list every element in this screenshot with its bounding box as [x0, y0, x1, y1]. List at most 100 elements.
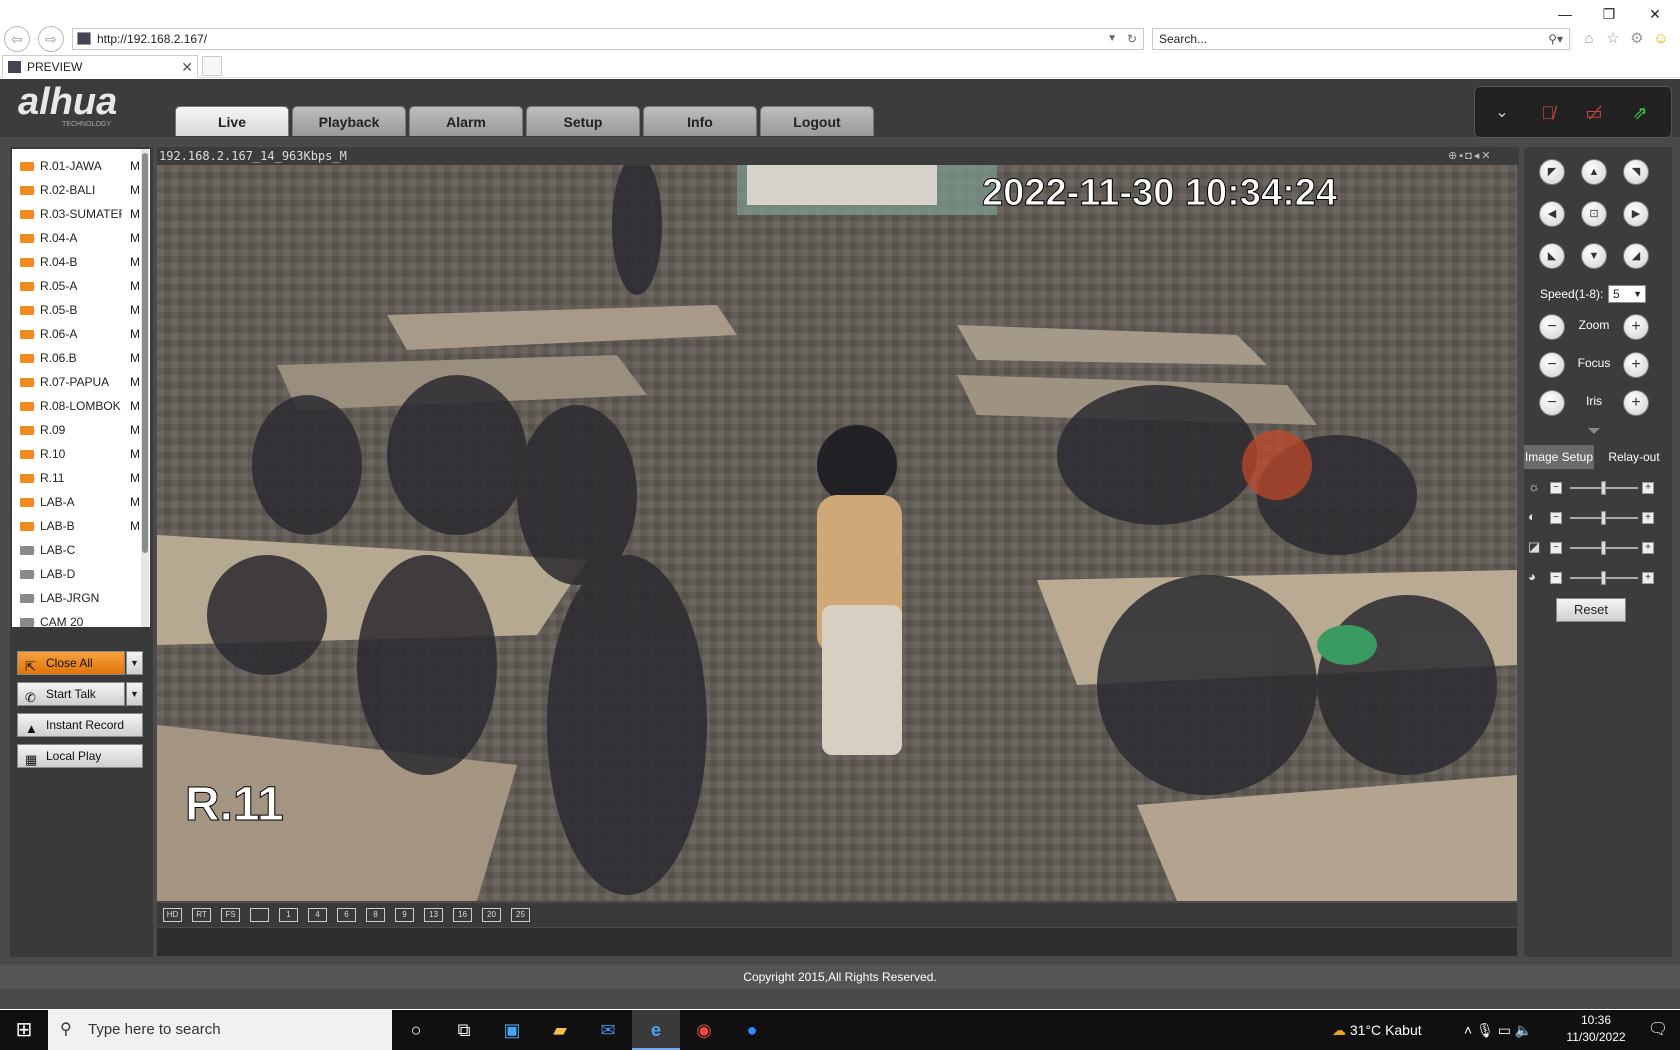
channel-stream-mark[interactable]: M [130, 442, 140, 466]
channel-item[interactable]: LAB-D [12, 562, 140, 586]
layout-button[interactable]: 6 [337, 908, 356, 922]
tab-logout[interactable]: Logout [760, 106, 874, 136]
channel-stream-mark[interactable]: M [130, 346, 140, 370]
ptz-up-right-button[interactable]: ◥ [1623, 159, 1649, 185]
channel-stream-mark[interactable]: M [130, 322, 140, 346]
refresh-icon[interactable]: ↻ [1127, 29, 1137, 49]
iris-minus-button[interactable]: − [1539, 390, 1565, 416]
channel-item[interactable]: R.05-B M [12, 298, 140, 322]
layout-button[interactable]: RT [192, 908, 211, 922]
close-video-icon[interactable]: ✕ [1481, 150, 1492, 162]
internet-explorer-icon[interactable]: e [632, 1010, 680, 1050]
slider-knob[interactable] [1601, 571, 1606, 585]
close-all-dropdown[interactable]: ▼ [126, 651, 143, 675]
ptz-up-left-button[interactable]: ◤ [1539, 159, 1565, 185]
cortana-icon[interactable]: ○ [392, 1010, 440, 1050]
channel-stream-mark[interactable]: M [130, 394, 140, 418]
close-tab-icon[interactable]: ✕ [181, 56, 193, 78]
layout-button[interactable]: 16 [453, 908, 472, 922]
minimize-icon[interactable]: — [1550, 2, 1580, 26]
slider-plus-button[interactable]: + [1642, 512, 1654, 524]
channel-item[interactable]: R.08-LOMBOK M [12, 394, 140, 418]
zoom-out-button[interactable]: − [1539, 314, 1565, 340]
channel-list-scrollbar[interactable] [141, 149, 149, 627]
channel-stream-mark[interactable]: M [130, 490, 140, 514]
microphone-icon[interactable]: 🎙 [1476, 1022, 1494, 1038]
channel-stream-mark[interactable]: M [130, 154, 140, 178]
channel-item[interactable]: R.11 M [12, 466, 140, 490]
tray-chevron-icon[interactable]: ˄ [1464, 1022, 1472, 1038]
channel-item[interactable]: R.03-SUMATERA M [12, 202, 140, 226]
snapshot-icon[interactable]: ◘ [1465, 150, 1474, 162]
favorites-star-icon[interactable]: ☆ [1602, 28, 1624, 50]
channel-item[interactable]: LAB-B M [12, 514, 140, 538]
volume-icon[interactable]: 🔈 [1515, 1022, 1532, 1038]
mic-muted-icon[interactable]: 🎙̸ [1533, 99, 1563, 127]
scrollbar-thumb[interactable] [142, 153, 148, 553]
dropdown-arrow-icon[interactable]: ▼ [1107, 29, 1117, 49]
slider-plus-button[interactable]: + [1642, 572, 1654, 584]
tab-playback[interactable]: Playback [292, 106, 406, 136]
live-video-feed[interactable]: 2022-11-30 10:34:24 R.11 [157, 165, 1517, 901]
back-button[interactable]: ⇦ [4, 26, 30, 52]
store-icon[interactable]: ▣ [488, 1010, 536, 1050]
focus-minus-button[interactable]: − [1539, 352, 1565, 378]
slider-minus-button[interactable]: − [1550, 542, 1562, 554]
settings-gear-icon[interactable]: ⚙ [1626, 28, 1648, 50]
ptz-right-button[interactable]: ▶ [1623, 201, 1649, 227]
speed-select[interactable]: 5 ▼ [1608, 285, 1646, 303]
instant-record-button[interactable]: ▲ Instant Record [17, 713, 143, 737]
layout-button[interactable]: 20 [482, 908, 501, 922]
channel-stream-mark[interactable]: M [130, 250, 140, 274]
channel-item[interactable]: LAB-A M [12, 490, 140, 514]
layout-button[interactable]: 4 [308, 908, 327, 922]
ptz-left-button[interactable]: ◀ [1539, 201, 1565, 227]
channel-stream-mark[interactable]: M [130, 418, 140, 442]
taskbar-clock[interactable]: 10:36 11/30/2022 [1556, 1012, 1636, 1048]
mail-icon[interactable]: ✉ [584, 1010, 632, 1050]
forward-button[interactable]: ⇨ [38, 26, 64, 52]
collapse-arrow-icon[interactable] [1588, 428, 1600, 440]
chrome-icon[interactable]: ◉ [680, 1010, 728, 1050]
slider-knob[interactable] [1601, 481, 1606, 495]
channel-stream-mark[interactable]: M [130, 514, 140, 538]
ptz-down-right-button[interactable]: ◢ [1623, 243, 1649, 269]
notification-icon[interactable]: 🗨 [1636, 1010, 1680, 1050]
windows-start-icon[interactable]: ⊞ [0, 1010, 48, 1050]
tab-setup[interactable]: Setup [526, 106, 640, 136]
external-link-icon[interactable]: ⇗ [1625, 99, 1655, 127]
layout-button[interactable] [250, 908, 269, 922]
slider-plus-button[interactable]: + [1642, 482, 1654, 494]
layout-button[interactable]: HD [163, 908, 182, 922]
start-talk-dropdown[interactable]: ▼ [126, 682, 143, 706]
feedback-smiley-icon[interactable]: ☺ [1650, 28, 1672, 50]
local-play-button[interactable]: ▦ Local Play [17, 744, 143, 768]
reset-button[interactable]: Reset [1556, 598, 1626, 622]
channel-item[interactable]: R.09 M [12, 418, 140, 442]
channel-item[interactable]: R.01-JAWA M [12, 154, 140, 178]
tab-info[interactable]: Info [643, 106, 757, 136]
layout-button[interactable]: 13 [424, 908, 443, 922]
weather-widget[interactable]: ☁ 31°C Kabut [1332, 1010, 1482, 1050]
channel-stream-mark[interactable]: M [130, 202, 140, 226]
slider-minus-button[interactable]: − [1550, 482, 1562, 494]
slider-minus-button[interactable]: − [1550, 572, 1562, 584]
channel-stream-mark[interactable]: M [130, 274, 140, 298]
channel-stream-mark[interactable]: M [130, 466, 140, 490]
search-icon[interactable]: ⚲▾ [1548, 29, 1563, 49]
layout-button[interactable]: FS [221, 908, 240, 922]
channel-stream-mark[interactable]: M [130, 226, 140, 250]
home-icon[interactable]: ⌂ [1578, 28, 1600, 50]
tab-image-setup[interactable]: Image Setup [1524, 445, 1594, 469]
ptz-up-button[interactable]: ▲ [1581, 159, 1607, 185]
zoom-app-icon[interactable]: ● [728, 1010, 776, 1050]
channel-item[interactable]: LAB-JRGN [12, 586, 140, 610]
channel-stream-mark[interactable]: M [130, 370, 140, 394]
channel-item[interactable]: R.02-BALI M [12, 178, 140, 202]
layout-button[interactable]: 8 [366, 908, 385, 922]
tab-relay-out[interactable]: Relay-out [1598, 445, 1670, 469]
channel-stream-mark[interactable]: M [130, 178, 140, 202]
ptz-center-button[interactable]: ⊡ [1581, 201, 1607, 227]
channel-item[interactable]: R.04-B M [12, 250, 140, 274]
layout-button[interactable]: 1 [279, 908, 298, 922]
